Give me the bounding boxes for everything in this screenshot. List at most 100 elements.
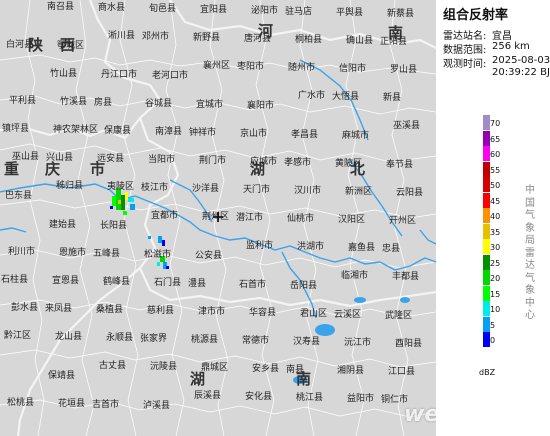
city-label: 驻马店 bbox=[285, 7, 313, 17]
city-label: 宜阳县 bbox=[200, 5, 228, 15]
city-label: 沅江市 bbox=[344, 338, 372, 348]
city-label: 桐柏县 bbox=[295, 35, 323, 45]
legend-swatch bbox=[483, 177, 490, 192]
city-label: 华容县 bbox=[249, 308, 277, 318]
city-label: 镇坪县 bbox=[2, 124, 30, 134]
city-label: 吉首市 bbox=[92, 400, 120, 410]
legend-tick: 30 bbox=[490, 243, 501, 252]
city-label: 恩施市 bbox=[59, 248, 87, 258]
legend-tick: 20 bbox=[490, 274, 501, 283]
city-label: 荆门市 bbox=[199, 156, 227, 166]
legend-tick: 55 bbox=[490, 165, 501, 175]
city-label: 沅陵县 bbox=[150, 362, 178, 372]
city-label: 孝昌县 bbox=[291, 130, 319, 140]
city-label: 正阳县 bbox=[380, 37, 408, 47]
radar-map[interactable]: 陕 西 河 南 重 庆 市 湖 北 湖 南 南召县 商水县 旬邑县 宜阳县 泌阳市 驻马店… bbox=[0, 0, 436, 436]
city-label: 夷陵区 bbox=[107, 182, 135, 192]
city-label: 武隆区 bbox=[385, 311, 413, 321]
city-label: 南召县 bbox=[47, 2, 75, 12]
city-label: 云阳县 bbox=[396, 188, 424, 198]
city-label: 新蔡县 bbox=[387, 9, 415, 19]
legend-swatch bbox=[483, 146, 490, 161]
city-label: 孝感市 bbox=[284, 158, 312, 168]
city-label: 襄州区 bbox=[203, 61, 231, 71]
city-label: 宜都市 bbox=[151, 211, 179, 221]
city-label: 辰溪县 bbox=[194, 391, 222, 401]
legend-swatch bbox=[483, 223, 490, 239]
city-label: 泸溪县 bbox=[143, 401, 171, 411]
city-label: 巫山县 bbox=[12, 152, 40, 162]
city-label: 湘阴县 bbox=[337, 366, 365, 376]
city-label: 神农架林区 bbox=[53, 125, 99, 135]
city-label: 云溪区 bbox=[334, 310, 362, 320]
echo-cluster-west bbox=[110, 188, 135, 215]
city-label: 长阳县 bbox=[100, 221, 128, 231]
city-label: 老河口市 bbox=[152, 71, 189, 81]
city-label: 嘉鱼县 bbox=[348, 243, 376, 253]
city-label: 巴东县 bbox=[5, 191, 33, 201]
legend-tick: 45 bbox=[490, 196, 501, 206]
city-label: 南漳县 bbox=[155, 127, 183, 137]
city-label: 宜城市 bbox=[196, 100, 224, 110]
city-label: 竹山县 bbox=[50, 69, 78, 79]
city-label: 洪湖市 bbox=[297, 242, 325, 252]
legend-tick: 65 bbox=[490, 134, 501, 144]
city-label: 临湘市 bbox=[341, 271, 369, 281]
observation-time: 20:39:22 BJT bbox=[492, 67, 550, 78]
city-label: 石首市 bbox=[239, 280, 267, 290]
legend-tick: 40 bbox=[490, 212, 501, 221]
city-label: 监利市 bbox=[246, 241, 274, 251]
city-label: 确山县 bbox=[346, 36, 374, 46]
city-label: 枝江市 bbox=[141, 183, 169, 193]
city-label: 开州区 bbox=[389, 216, 417, 226]
city-label: 旬邑县 bbox=[149, 4, 177, 14]
city-label: 常德市 bbox=[242, 336, 270, 346]
city-label: 鹤峰县 bbox=[103, 277, 131, 287]
legend-tick: 0 bbox=[490, 336, 496, 345]
unit-label: dBZ bbox=[479, 368, 496, 377]
city-label: 唐河县 bbox=[244, 34, 272, 44]
city-label: 桑植县 bbox=[96, 305, 124, 315]
city-label: 鼎城区 bbox=[201, 363, 229, 373]
city-label: 平利县 bbox=[9, 96, 37, 106]
city-label: 荆州区 bbox=[202, 212, 230, 222]
legend-tick: 35 bbox=[490, 227, 501, 237]
city-label: 彭水县 bbox=[11, 303, 39, 313]
city-label: 龙山县 bbox=[55, 332, 83, 342]
city-label: 仙桃市 bbox=[287, 214, 315, 224]
city-label: 酉阳县 bbox=[395, 339, 423, 349]
city-label: 保靖县 bbox=[48, 371, 76, 381]
city-label: 巫溪县 bbox=[393, 121, 421, 131]
legend-swatch bbox=[483, 332, 490, 347]
city-label: 汉寿县 bbox=[293, 337, 321, 347]
city-label: 慈利县 bbox=[147, 306, 175, 316]
agency-credit: 中国气象局雷达气象中心 bbox=[525, 185, 535, 321]
city-label: 罗山县 bbox=[390, 65, 418, 75]
city-label: 天门市 bbox=[243, 185, 271, 195]
legend-tick: 25 bbox=[490, 258, 501, 268]
legend-swatch bbox=[483, 239, 490, 254]
city-label: 应城市 bbox=[250, 157, 278, 167]
city-label: 黔江区 bbox=[4, 331, 32, 341]
city-label: 邓州市 bbox=[142, 32, 170, 42]
legend-tick: 15 bbox=[490, 289, 501, 299]
city-label: 平舆县 bbox=[336, 8, 364, 18]
city-label: 安化县 bbox=[245, 392, 273, 402]
legend-swatch bbox=[483, 254, 490, 270]
station-label: 雷达站名: bbox=[443, 31, 487, 42]
city-label: 桃江县 bbox=[296, 393, 324, 403]
legend-swatch bbox=[483, 301, 490, 316]
city-label: 商水县 bbox=[98, 3, 126, 13]
legend-tick: 70 bbox=[490, 119, 501, 128]
range-value: 256 km bbox=[492, 41, 530, 52]
legend-swatch bbox=[483, 208, 490, 223]
radar-view: 陕 西 河 南 重 庆 市 湖 北 湖 南 南召县 商水县 旬邑县 宜阳县 泌阳市 驻马店… bbox=[0, 0, 550, 436]
city-label: 麻城市 bbox=[342, 131, 370, 141]
legend-tick: 10 bbox=[490, 305, 501, 314]
city-label: 松桃县 bbox=[7, 398, 35, 408]
city-label: 淅川县 bbox=[108, 31, 136, 41]
city-label: 汉阳区 bbox=[338, 215, 366, 225]
city-label: 建始县 bbox=[49, 220, 77, 230]
city-label: 益阳市 bbox=[347, 394, 375, 404]
city-label: 张家界 bbox=[140, 334, 168, 344]
